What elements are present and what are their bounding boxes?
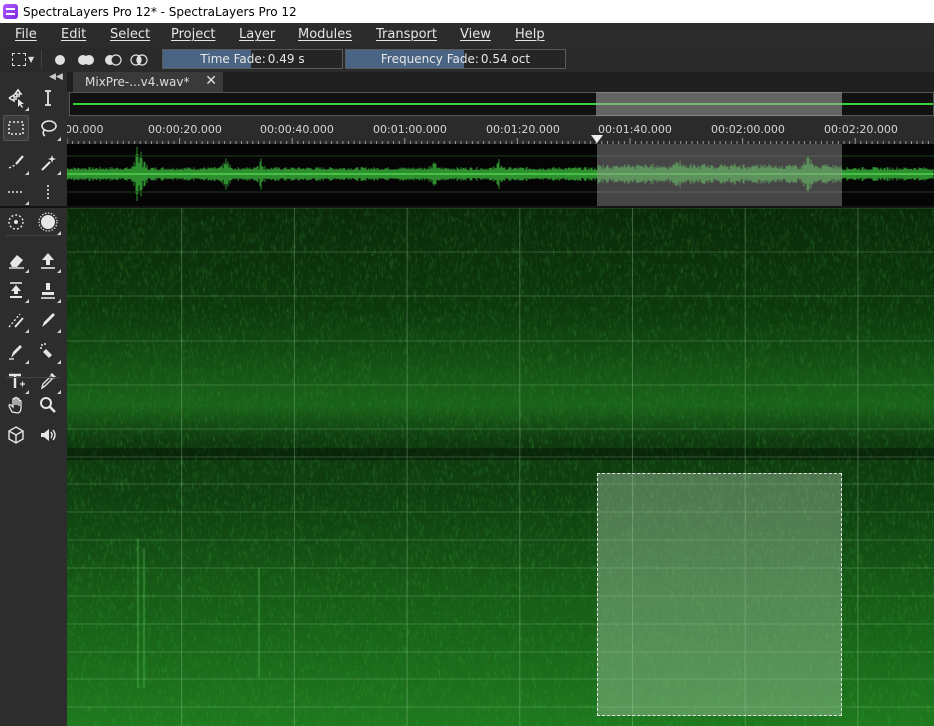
- mode-subtract-icon[interactable]: [102, 51, 124, 69]
- waveform-view[interactable]: [67, 144, 934, 206]
- amplitude-icon: [10, 282, 22, 298]
- selection-shape-dropdown[interactable]: ▼: [10, 51, 36, 67]
- eraser-icon: [9, 255, 24, 269]
- sound-select-tool-button[interactable]: [35, 209, 61, 235]
- menu-edit[interactable]: Edit: [61, 27, 86, 42]
- frequency-fade-label: Frequency Fade:: [380, 52, 479, 66]
- text-icon: [9, 373, 25, 388]
- toolbar-separator: [6, 377, 60, 378]
- time-fade-label: Time Fade:: [200, 52, 266, 66]
- extract-tool-button[interactable]: [35, 247, 61, 273]
- time-ruler[interactable]: 00.000 00:00:20.000 00:00:40.000 00:01:0…: [67, 118, 934, 144]
- rectangle-select-icon: [8, 121, 24, 135]
- brush-select-icon: [8, 155, 24, 169]
- mode-replace-icon[interactable]: [49, 51, 71, 69]
- eyedropper-tool-button[interactable]: [35, 368, 61, 394]
- ruler-label: 00:02:00.000: [711, 123, 785, 136]
- frequency-select-icon: [8, 191, 24, 193]
- window-title: SpectraLayers Pro 12* - SpectraLayers Pr…: [23, 4, 297, 19]
- spectrogram-view[interactable]: [67, 208, 934, 726]
- panel-divider: [0, 206, 934, 208]
- spray-icon: [40, 343, 52, 358]
- clone-stamp-tool-button[interactable]: [35, 277, 61, 303]
- draw-tool-button[interactable]: [3, 338, 29, 364]
- mode-add-icon[interactable]: [75, 51, 97, 69]
- mode-intersect-icon[interactable]: [128, 51, 150, 69]
- ruler-label: 00:01:40.000: [598, 123, 672, 136]
- toolbar-separator: [6, 235, 60, 236]
- ruler-label: 00.000: [67, 123, 104, 136]
- 3d-view-tool-button[interactable]: [3, 422, 29, 448]
- tab-file-label: MixPre-...v4.wav*: [85, 75, 190, 89]
- move-tool-button[interactable]: [3, 85, 29, 111]
- title-bar: SpectraLayers Pro 12* - SpectraLayers Pr…: [0, 0, 934, 23]
- time-select-tool-button[interactable]: [35, 85, 61, 111]
- tab-file[interactable]: MixPre-...v4.wav* ✕: [73, 72, 223, 92]
- document-tabs: MixPre-...v4.wav* ✕: [67, 72, 934, 92]
- menu-help[interactable]: Help: [515, 27, 545, 42]
- frequency-select-tool-button[interactable]: [3, 179, 29, 205]
- waveform-selection[interactable]: [597, 144, 842, 206]
- smudge-tool-button[interactable]: [3, 307, 29, 333]
- draw-icon: [9, 345, 22, 360]
- time-select-icon: [45, 90, 51, 106]
- spectral-selection[interactable]: [597, 473, 842, 716]
- 3d-view-icon: [8, 426, 24, 444]
- brush-select-tool-button[interactable]: [3, 149, 29, 175]
- eraser-tool-button[interactable]: [3, 247, 29, 273]
- close-icon[interactable]: ✕: [205, 73, 217, 89]
- menu-view[interactable]: View: [460, 27, 491, 42]
- ruler-label: 00:00:20.000: [148, 123, 222, 136]
- extract-icon: [41, 253, 55, 269]
- menu-project[interactable]: Project: [171, 27, 215, 42]
- ruler-label: 00:01:00.000: [373, 123, 447, 136]
- ruler-label: 00:01:20.000: [486, 123, 560, 136]
- circle-select-tool-button[interactable]: [3, 209, 29, 235]
- amplitude-tool-button[interactable]: [3, 277, 29, 303]
- lasso-tool-button[interactable]: [35, 115, 61, 141]
- sound-select-icon: [38, 212, 58, 232]
- frequency-fade-value: 0.54 oct: [480, 52, 531, 66]
- tools-panel: ◀◀: [0, 72, 67, 726]
- rectangle-select-tool-button[interactable]: [3, 115, 29, 141]
- menu-select[interactable]: Select: [110, 27, 150, 42]
- pencil-icon: [42, 313, 55, 327]
- overview-bar[interactable]: [67, 92, 934, 118]
- menu-bar: File Edit Select Project Layer Modules T…: [0, 23, 934, 46]
- lasso-icon: [41, 120, 57, 137]
- text-tool-button[interactable]: [3, 368, 29, 394]
- chevron-down-icon: ▼: [28, 55, 35, 64]
- eyedropper-icon: [40, 373, 56, 390]
- hand-icon: [8, 396, 22, 414]
- magic-wand-tool-button[interactable]: [35, 149, 61, 175]
- playhead-marker-icon[interactable]: [591, 135, 603, 144]
- speaker-icon: [41, 429, 56, 441]
- hand-tool-button[interactable]: [3, 392, 29, 418]
- speaker-tool-button[interactable]: [35, 422, 61, 448]
- frequency-fade-field[interactable]: Frequency Fade: 0.54 oct: [345, 49, 566, 69]
- time-fade-field[interactable]: Time Fade: 0.49 s: [162, 49, 343, 69]
- time-fade-value: 0.49 s: [267, 52, 305, 66]
- clone-stamp-icon: [41, 283, 55, 299]
- spray-tool-button[interactable]: [35, 338, 61, 364]
- menu-modules[interactable]: Modules: [298, 27, 352, 42]
- ruler-label: 00:00:40.000: [260, 123, 334, 136]
- menu-transport[interactable]: Transport: [376, 27, 437, 42]
- overview-viewport[interactable]: [596, 92, 842, 116]
- pencil-tool-button[interactable]: [35, 307, 61, 333]
- menu-file[interactable]: File: [15, 27, 37, 42]
- menu-layer[interactable]: Layer: [239, 27, 275, 42]
- harmonic-select-tool-button[interactable]: [35, 179, 61, 205]
- rectangle-selection-icon: [12, 53, 26, 66]
- zoom-tool-button[interactable]: [35, 392, 61, 418]
- app-logo-icon: [3, 4, 18, 19]
- smudge-icon: [8, 313, 24, 328]
- magic-wand-icon: [41, 155, 56, 171]
- ruler-label: 00:02:20.000: [824, 123, 898, 136]
- move-icon: [8, 88, 24, 108]
- harmonic-select-icon: [47, 185, 49, 199]
- zoom-icon: [40, 397, 56, 413]
- circle-select-icon: [8, 214, 24, 230]
- collapse-panel-icon[interactable]: ◀◀: [49, 72, 63, 82]
